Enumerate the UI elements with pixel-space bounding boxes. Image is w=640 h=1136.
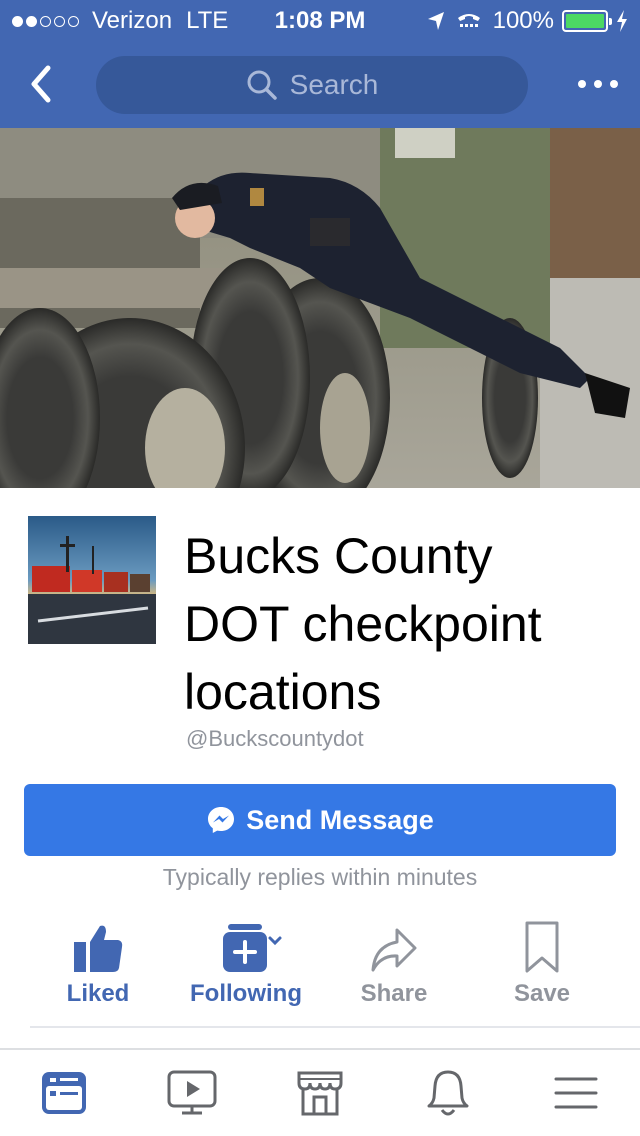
chevron-left-icon: [31, 65, 51, 103]
share-icon: [371, 928, 417, 972]
tab-video[interactable]: [128, 1050, 256, 1136]
search-input[interactable]: Search: [96, 56, 528, 114]
thumbs-up-icon: [74, 925, 123, 972]
cover-photo[interactable]: [0, 128, 640, 488]
search-placeholder: Search: [289, 69, 379, 100]
video-icon: [167, 1070, 217, 1115]
status-bar: Verizon LTE 1:08 PM 100%: [0, 0, 640, 40]
page-title-line: locations: [184, 664, 382, 720]
notifications-icon: [427, 1070, 469, 1116]
menu-icon: [554, 1077, 598, 1109]
battery-percent: 100%: [492, 7, 554, 34]
tab-news-feed[interactable]: [0, 1050, 128, 1136]
marketplace-icon: [297, 1071, 343, 1116]
more-options-button[interactable]: [578, 70, 618, 98]
response-time-note: Typically replies within minutes: [162, 864, 478, 890]
page-title-line: Bucks County: [184, 528, 493, 584]
send-message-button[interactable]: Send Message: [24, 784, 616, 856]
page-handle: @Buckscountydot: [186, 726, 364, 751]
battery-icon: [562, 10, 612, 32]
charging-icon: [617, 10, 627, 32]
save-label: Save: [513, 980, 571, 1007]
following-button[interactable]: Following: [172, 912, 320, 1012]
liked-button[interactable]: Liked: [24, 912, 172, 1012]
page-title-line: DOT checkpoint: [184, 596, 542, 652]
tab-menu[interactable]: [512, 1050, 640, 1136]
send-message-label: Send Message: [246, 804, 434, 835]
page-profile-picture[interactable]: [28, 516, 156, 644]
tab-marketplace[interactable]: [256, 1050, 384, 1136]
messenger-icon: [208, 807, 235, 833]
news-feed-icon: [42, 1072, 86, 1114]
page-title: Bucks County DOT checkpoint locations: [184, 522, 624, 726]
share-button[interactable]: Share: [320, 912, 468, 1012]
bookmark-icon: [525, 921, 559, 973]
search-icon: [247, 70, 277, 100]
tty-icon: [457, 14, 480, 27]
location-icon: [427, 12, 444, 30]
divider: [30, 1026, 640, 1028]
back-button[interactable]: [22, 60, 62, 108]
following-icon: [223, 924, 282, 972]
save-button[interactable]: Save: [468, 912, 616, 1012]
share-label: Share: [360, 980, 428, 1007]
nav-bar: Search: [0, 40, 640, 128]
following-label: Following: [190, 980, 302, 1007]
liked-label: Liked: [66, 980, 130, 1007]
page-action-row: Liked Following Share Save: [24, 912, 616, 1012]
tab-notifications[interactable]: [384, 1050, 512, 1136]
bottom-tab-bar: [0, 1048, 640, 1136]
